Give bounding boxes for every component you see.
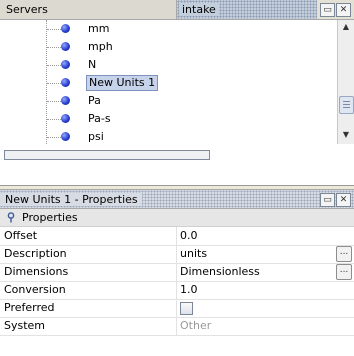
property-row-conversion[interactable]: Conversion 1.0	[0, 281, 354, 300]
property-value[interactable]: 0.0	[180, 229, 198, 242]
tree-item-label: mph	[88, 40, 113, 53]
property-value[interactable]: 1.0	[180, 283, 198, 296]
property-name: Description	[4, 247, 67, 260]
tree-item[interactable]: N	[0, 56, 337, 74]
properties-section-label: Properties	[22, 211, 78, 224]
property-row-system[interactable]: System Other	[0, 317, 354, 336]
unit-bullet-icon	[61, 60, 70, 69]
tree-item-label: Pa-s	[88, 112, 111, 125]
tab-intake-label: intake	[179, 3, 219, 16]
unit-bullet-icon	[61, 78, 70, 87]
tree-item[interactable]: psi	[0, 128, 337, 144]
property-row-offset[interactable]: Offset 0.0	[0, 227, 354, 246]
tree-item-label: New Units 1	[86, 75, 159, 91]
servers-tab-bar: Servers intake ▭ ✕	[0, 0, 354, 20]
properties-sheet: Properties Offset 0.0 Description units …	[0, 208, 354, 356]
property-name: Offset	[4, 229, 38, 242]
unit-bullet-icon	[61, 132, 70, 141]
tab-servers-label: Servers	[6, 3, 48, 16]
tree-item-selected[interactable]: New Units 1	[0, 74, 337, 92]
unit-bullet-icon	[61, 114, 70, 123]
tab-servers[interactable]: Servers	[0, 0, 177, 19]
unit-bullet-icon	[61, 24, 70, 33]
tree-item-label: N	[88, 58, 97, 71]
tree-item[interactable]: Pa	[0, 92, 337, 110]
dimensions-ellipsis-button[interactable]: ...	[336, 264, 352, 280]
scroll-down-icon[interactable]: ▼	[339, 128, 353, 142]
restore-icon[interactable]: ▭	[320, 3, 335, 17]
description-ellipsis-button[interactable]: ...	[336, 246, 352, 262]
property-name: Preferred	[4, 301, 55, 314]
unit-bullet-icon	[61, 96, 70, 105]
tree-item[interactable]: mm	[0, 20, 337, 38]
unit-bullet-icon	[61, 42, 70, 51]
pin-icon	[7, 212, 15, 223]
restore-icon[interactable]: ▭	[320, 193, 335, 207]
tree-item[interactable]: Pa-s	[0, 110, 337, 128]
properties-panel-header: New Units 1 - Properties ▭ ✕	[0, 189, 354, 210]
properties-panel-title: New Units 1 - Properties	[0, 193, 142, 206]
property-name: System	[4, 319, 46, 332]
property-row-description[interactable]: Description units ...	[0, 245, 354, 264]
scroll-up-icon[interactable]: ▲	[339, 20, 353, 34]
servers-pane: Servers intake ▭ ✕ mm mph N New Units 1	[0, 0, 354, 186]
tree-item[interactable]: mph	[0, 38, 337, 56]
property-value[interactable]: Dimensionless	[180, 265, 260, 278]
tree-item-label: Pa	[88, 94, 101, 107]
tree-item-label: psi	[88, 130, 104, 143]
property-row-dimensions[interactable]: Dimensions Dimensionless ...	[0, 263, 354, 282]
property-name: Conversion	[4, 283, 66, 296]
preferred-checkbox[interactable]	[180, 302, 193, 315]
close-icon[interactable]: ✕	[336, 193, 351, 207]
property-row-preferred[interactable]: Preferred	[0, 299, 354, 318]
property-value[interactable]: units	[180, 247, 207, 260]
property-name: Dimensions	[4, 265, 69, 278]
scrollbar-thumb[interactable]	[339, 96, 354, 114]
close-icon[interactable]: ✕	[336, 3, 351, 17]
properties-section-header[interactable]: Properties	[0, 209, 354, 227]
property-value: Other	[180, 319, 212, 332]
tab-intake[interactable]: intake	[177, 0, 317, 19]
tree-item-label: mm	[88, 22, 110, 35]
units-tree: mm mph N New Units 1 Pa Pa-s psi	[0, 20, 337, 144]
progress-bar	[4, 150, 210, 160]
tree-vertical-scrollbar[interactable]: ▲ ▼	[337, 20, 354, 144]
